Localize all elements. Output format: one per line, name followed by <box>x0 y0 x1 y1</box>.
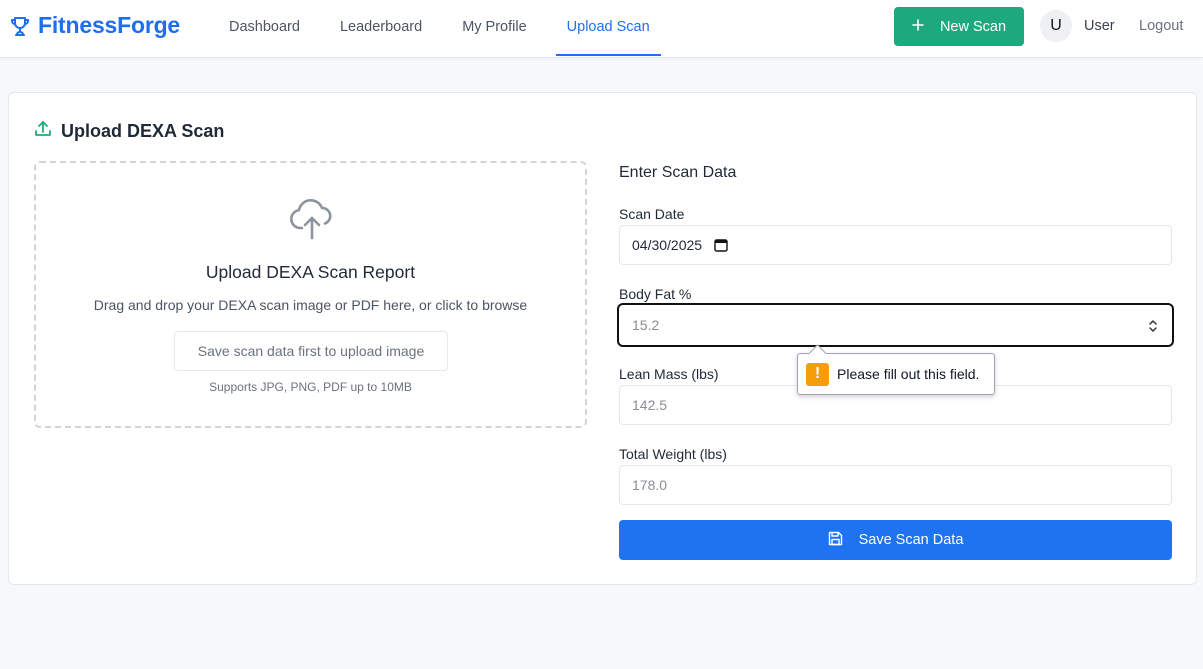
warning-icon: ! <box>806 362 829 386</box>
card-title: Upload DEXA Scan <box>34 120 224 143</box>
scan-date-value: 04/30/2025 <box>632 237 703 253</box>
dropzone-description: Drag and drop your DEXA scan image or PD… <box>93 297 528 313</box>
number-stepper-icon[interactable] <box>1148 318 1158 334</box>
total-weight-label: Total Weight (lbs) <box>619 446 727 462</box>
card-title-text: Upload DEXA Scan <box>61 121 225 141</box>
body-fat-input[interactable]: 15.2 <box>617 303 1174 347</box>
save-scan-data-button[interactable]: Save Scan Data <box>619 520 1172 560</box>
floppy-disk-icon <box>828 531 843 550</box>
dropzone-note: Supports JPG, PNG, PDF up to 10MB <box>209 380 412 394</box>
nav-item-leaderboard[interactable]: Leaderboard <box>329 0 433 56</box>
nav-item-my-profile[interactable]: My Profile <box>451 0 537 56</box>
brand-logo[interactable]: FitnessForge <box>8 12 180 39</box>
body-fat-placeholder: 15.2 <box>632 317 660 333</box>
nav-item-upload-scan[interactable]: Upload Scan <box>555 0 661 56</box>
lean-mass-placeholder: 142.5 <box>632 397 668 413</box>
user-name: User <box>1084 18 1115 34</box>
body-fat-label: Body Fat % <box>619 286 692 302</box>
validation-tooltip: ! Please fill out this field. <box>797 353 995 395</box>
total-weight-input[interactable]: 178.0 <box>619 465 1172 505</box>
brand-name: FitnessForge <box>38 12 181 38</box>
upload-icon <box>34 120 52 143</box>
scan-date-label: Scan Date <box>619 206 685 222</box>
logout-link[interactable]: Logout <box>1139 18 1183 34</box>
upload-image-button[interactable]: Save scan data first to upload image <box>174 331 448 371</box>
main-nav: Dashboard Leaderboard My Profile Upload … <box>218 0 679 58</box>
cloud-upload-icon <box>289 198 335 245</box>
lean-mass-label: Lean Mass (lbs) <box>619 366 719 382</box>
upload-scan-card: Upload DEXA Scan Upload DEXA Scan Report… <box>8 92 1197 585</box>
new-scan-label: New Scan <box>939 18 1007 35</box>
total-weight-placeholder: 178.0 <box>632 477 668 493</box>
avatar[interactable]: U <box>1040 10 1072 42</box>
form-heading: Enter Scan Data <box>619 164 737 181</box>
scan-date-input[interactable]: 04/30/2025 <box>619 225 1172 265</box>
plus-icon <box>912 18 924 35</box>
save-scan-data-label: Save Scan Data <box>858 532 964 548</box>
file-dropzone[interactable]: Upload DEXA Scan Report Drag and drop yo… <box>34 161 587 428</box>
trophy-icon <box>8 14 32 38</box>
calendar-icon[interactable] <box>714 238 728 252</box>
validation-message: Please fill out this field. <box>837 366 980 382</box>
new-scan-button[interactable]: New Scan <box>894 7 1024 46</box>
top-navbar: FitnessForge Dashboard Leaderboard My Pr… <box>0 0 1203 58</box>
nav-item-dashboard[interactable]: Dashboard <box>218 0 311 56</box>
dropzone-title: Upload DEXA Scan Report <box>205 262 416 282</box>
